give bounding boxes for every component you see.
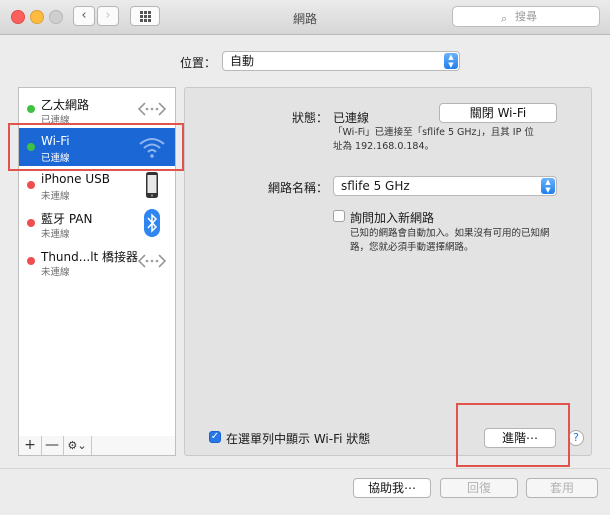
show-wifi-status-checkbox[interactable]: ✓ (209, 431, 221, 443)
location-value: 自動 (230, 54, 255, 68)
service-status: 未連線 (41, 229, 70, 240)
service-item-bluetooth-pan[interactable]: 藍牙 PAN 未連線 (19, 204, 175, 242)
status-dot-red (27, 181, 35, 189)
chevron-updown-icon: ▲ ▼ (541, 178, 555, 194)
apply-button[interactable]: 套用 (526, 478, 598, 498)
revert-button[interactable]: 回復 (440, 478, 518, 498)
ask-join-note-line-2: 路，您就必須手動選擇網路。 (350, 242, 474, 253)
ask-join-note-line-1: 已知的網路會自動加入。如果沒有可用的已知網 (350, 228, 550, 239)
search-input[interactable]: ⌕ 搜尋 (452, 6, 600, 27)
iphone-icon (146, 172, 158, 198)
highlight-box-wifi (8, 123, 184, 171)
title-bar: ‹ › 網路 ⌕ 搜尋 (0, 0, 610, 35)
service-status: 未連線 (41, 267, 70, 278)
status-dot-red (27, 219, 35, 227)
ask-join-label: 詢問加入新網路 (350, 211, 435, 225)
status-value: 已連線 (333, 111, 370, 125)
service-name: iPhone USB (41, 172, 110, 186)
network-name-label: 網路名稱： (267, 181, 328, 195)
service-name: 藍牙 PAN (41, 212, 93, 226)
status-label: 狀態： (291, 111, 328, 125)
bluetooth-icon (144, 209, 160, 237)
assist-me-button[interactable]: 協助我⋯ (353, 478, 431, 498)
ethernet-arrows-icon (137, 254, 167, 268)
status-dot-green (27, 105, 35, 113)
show-wifi-status-label: 在選單列中顯示 Wi-Fi 狀態 (226, 432, 371, 446)
service-status: 未連線 (41, 191, 70, 202)
location-label: 位置： (180, 56, 217, 70)
search-placeholder: 搜尋 (515, 10, 537, 23)
highlight-box-advanced (456, 403, 570, 467)
status-note-line-2: 址為 192.168.0.184。 (333, 141, 435, 152)
network-name-select[interactable]: sflife 5 GHz ▲ ▼ (333, 176, 557, 196)
ask-join-checkbox[interactable] (333, 210, 345, 222)
gear-icon[interactable]: ⚙︎⌄ (63, 436, 92, 455)
service-name: Thund...lt 橋接器 (41, 250, 139, 264)
location-select[interactable]: 自動 ▲ ▼ (222, 51, 460, 71)
network-name-value: sflife 5 GHz (341, 179, 410, 193)
service-item-iphone-usb[interactable]: iPhone USB 未連線 (19, 166, 175, 204)
ethernet-arrows-icon (137, 102, 167, 116)
search-icon: ⌕ (501, 12, 508, 25)
divider (0, 468, 610, 469)
help-button[interactable]: ? (568, 430, 584, 446)
status-dot-red (27, 257, 35, 265)
status-note-line-1: 「Wi-Fi」已連接至「sflife 5 GHz」，且其 IP 位 (333, 127, 534, 138)
add-service-button[interactable]: + (19, 436, 42, 455)
service-list-toolbar: + — ⚙︎⌄ (18, 436, 176, 456)
service-item-thunderbolt-bridge[interactable]: Thund...lt 橋接器 未連線 (19, 242, 175, 280)
chevron-updown-icon: ▲ ▼ (444, 53, 458, 69)
remove-service-button[interactable]: — (41, 436, 64, 455)
turn-off-wifi-button[interactable]: 關閉 Wi-Fi (439, 103, 557, 123)
service-name: 乙太網路 (41, 98, 90, 112)
